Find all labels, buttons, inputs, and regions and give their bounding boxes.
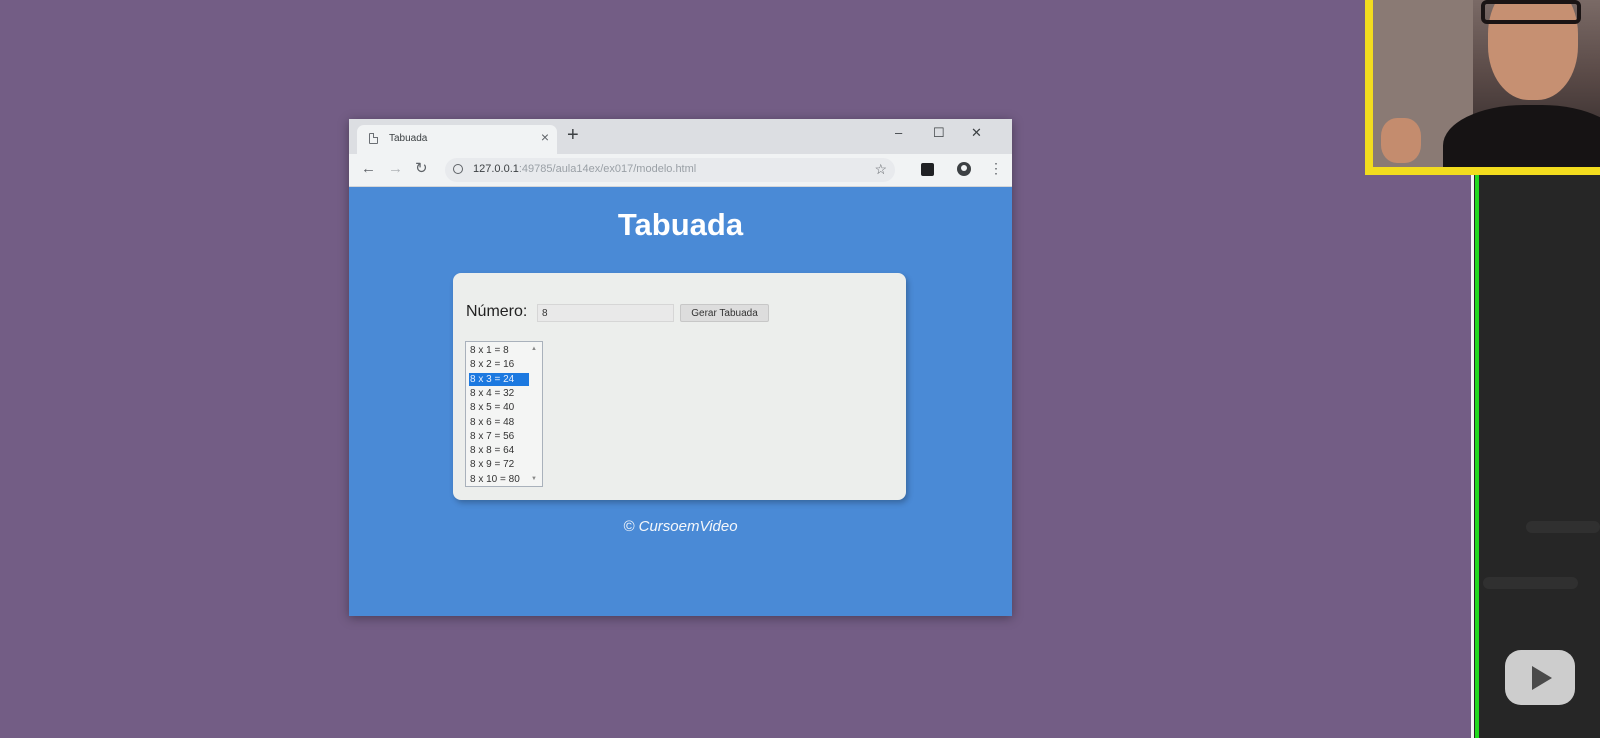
webcam-overlay	[1365, 0, 1600, 175]
menu-icon[interactable]: ⋮	[989, 160, 1003, 177]
webcam-feed	[1373, 0, 1600, 167]
list-option[interactable]: 8 x 7 = 56	[469, 430, 529, 443]
number-input[interactable]	[537, 304, 674, 322]
tab-tabuada[interactable]: Tabuada ×	[357, 125, 557, 154]
list-option[interactable]: 8 x 3 = 24	[469, 372, 529, 386]
close-window-button[interactable]: ✕	[971, 125, 982, 141]
maximize-button[interactable]: ☐	[933, 125, 945, 141]
browser-window: Tabuada × + – ☐ ✕ ← → ↻ 127.0.0.1:49785/…	[349, 119, 1012, 616]
reload-button[interactable]: ↻	[415, 161, 428, 177]
document-icon	[369, 133, 378, 144]
editor-line	[1483, 577, 1578, 589]
tab-close-icon[interactable]: ×	[541, 129, 549, 145]
list-option[interactable]: 8 x 9 = 72	[469, 458, 529, 471]
editor-edge	[1471, 175, 1474, 738]
star-icon[interactable]: ☆	[874, 161, 887, 178]
new-tab-button[interactable]: +	[567, 125, 579, 145]
stage: Tabuada × + – ☐ ✕ ← → ↻ 127.0.0.1:49785/…	[0, 0, 1600, 738]
browser-toolbar: ← → ↻ 127.0.0.1:49785/aula14ex/ex017/mod…	[349, 154, 1012, 187]
page-content: Tabuada Número: Gerar Tabuada ▲ ▼ 8 x 1 …	[349, 187, 1012, 616]
scroll-up-icon[interactable]: ▲	[531, 346, 537, 352]
number-label: Número:	[466, 303, 528, 320]
presenter-glasses	[1481, 0, 1581, 24]
tab-title: Tabuada	[389, 133, 428, 144]
list-option[interactable]: 8 x 2 = 16	[469, 358, 529, 371]
footer-credit: © CursoemVideo	[623, 518, 738, 535]
page-title: Tabuada	[617, 207, 744, 242]
back-button[interactable]: ←	[361, 161, 376, 177]
minimize-button[interactable]: –	[895, 125, 902, 140]
editor-accent-line	[1475, 175, 1479, 738]
forward-button[interactable]: →	[388, 161, 403, 177]
extension-icon[interactable]	[921, 163, 934, 176]
info-icon[interactable]	[453, 164, 463, 174]
generate-button[interactable]: Gerar Tabuada	[680, 304, 769, 322]
url-path: :49785/aula14ex/ex017/modelo.html	[518, 163, 697, 175]
url-text: 127.0.0.1:49785/aula14ex/ex017/modelo.ht…	[473, 163, 696, 175]
list-option[interactable]: 8 x 1 = 8	[469, 344, 529, 357]
editor-line	[1526, 521, 1600, 533]
address-bar[interactable]: 127.0.0.1:49785/aula14ex/ex017/modelo.ht…	[445, 158, 895, 182]
list-option[interactable]: 8 x 4 = 32	[469, 387, 529, 400]
tabuada-card: Número: Gerar Tabuada ▲ ▼ 8 x 1 = 88 x 2…	[453, 273, 906, 500]
list-option[interactable]: 8 x 8 = 64	[469, 444, 529, 457]
list-option[interactable]: 8 x 10 = 80	[469, 473, 529, 486]
profile-icon[interactable]	[957, 162, 971, 176]
list-option[interactable]: 8 x 5 = 40	[469, 401, 529, 414]
presenter-hand	[1381, 118, 1421, 163]
multiplication-list[interactable]: ▲ ▼ 8 x 1 = 88 x 2 = 16 8 x 3 = 24 8 x 4 =…	[465, 341, 543, 487]
scroll-down-icon[interactable]: ▼	[531, 476, 537, 482]
url-host: 127.0.0.1	[473, 163, 519, 175]
play-logo-icon[interactable]	[1505, 650, 1575, 705]
tab-strip: Tabuada × + – ☐ ✕	[349, 119, 1012, 154]
list-option[interactable]: 8 x 6 = 48	[469, 416, 529, 429]
